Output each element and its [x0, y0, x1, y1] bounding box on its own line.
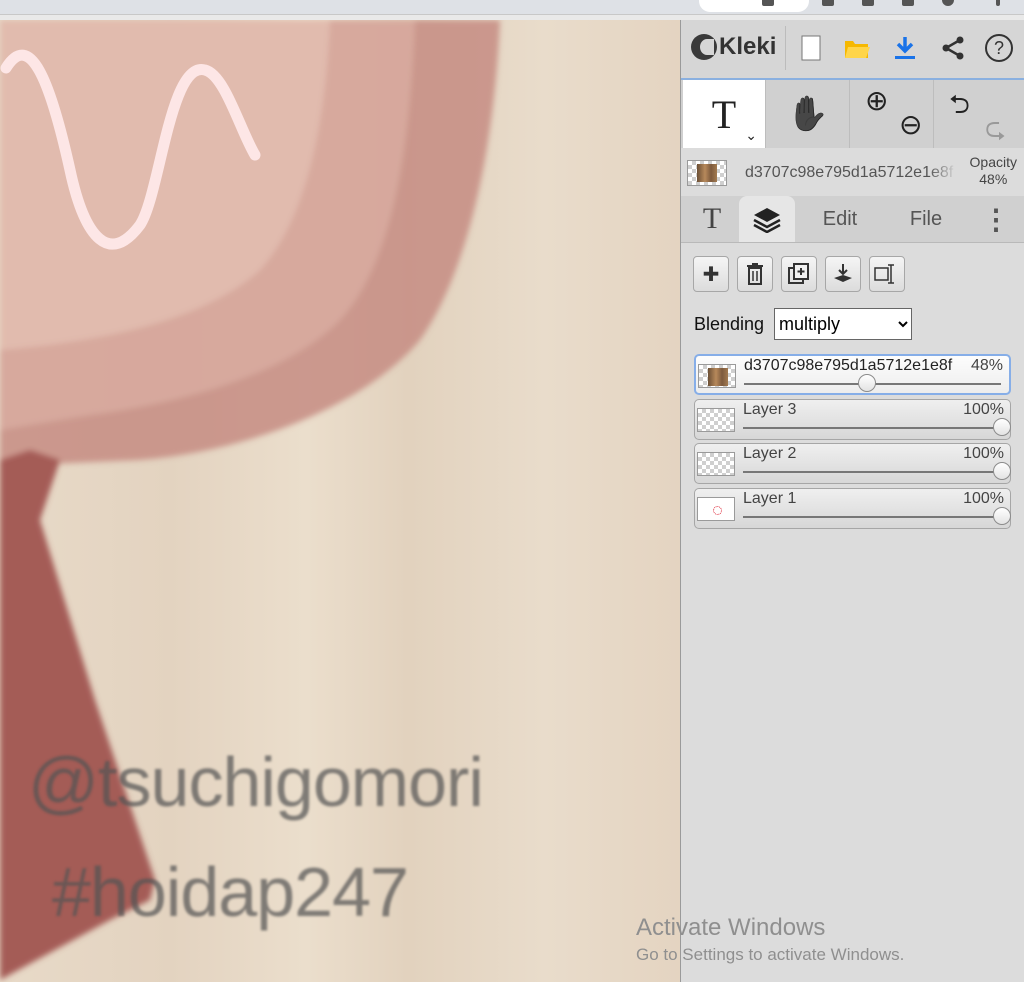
duplicate-layer-button[interactable]: [781, 256, 817, 292]
puzzle-icon[interactable]: [862, 0, 874, 6]
rename-icon: [874, 264, 894, 284]
current-layer-thumbnail: [687, 160, 727, 186]
open-file-button[interactable]: [839, 28, 875, 68]
layer-thumbnail: [697, 497, 735, 521]
browser-menu-icon[interactable]: [996, 0, 1000, 6]
tab-edit[interactable]: Edit: [809, 196, 871, 242]
layer-thumbnail: [698, 364, 736, 388]
hand-icon: ✋: [786, 95, 830, 133]
layer-name: Layer 3: [743, 401, 797, 418]
window-icon[interactable]: [902, 0, 914, 6]
current-layer-info: d3707c98e795d1a5712e1e8f Opacity 48%: [681, 148, 1024, 196]
layer-opacity-slider[interactable]: [743, 507, 1011, 525]
tab-file[interactable]: File: [895, 196, 957, 242]
duplicate-icon: [788, 263, 809, 284]
text-tool-icon: T: [711, 91, 737, 137]
trash-icon: [747, 263, 763, 285]
blending-select[interactable]: multiply: [774, 308, 912, 340]
slider-handle[interactable]: [993, 418, 1011, 436]
chevron-down-icon[interactable]: ⌄: [745, 127, 757, 144]
watermark-hashtag: #hoidap247: [52, 853, 409, 931]
watermark-username: @tsuchigomori: [28, 743, 484, 821]
layer-opacity-slider[interactable]: [744, 374, 1001, 392]
merge-down-icon: [834, 264, 852, 282]
layer-opacity-value: 48%: [970, 357, 1003, 374]
share-icon: [942, 36, 964, 60]
layer-name: Layer 1: [743, 490, 797, 507]
canvas-artwork: [0, 20, 680, 982]
divider: [785, 26, 786, 70]
hand-tool-button[interactable]: ✋: [767, 80, 849, 148]
blending-label: Blending: [694, 314, 765, 334]
new-file-icon: [801, 35, 821, 61]
download-button[interactable]: [887, 28, 923, 68]
open-folder-icon: [845, 41, 870, 58]
kleki-logo[interactable]: Kleki: [691, 28, 776, 66]
layer-row[interactable]: d3707c98e795d1a5712e1e8f 48%: [694, 354, 1011, 395]
help-button[interactable]: ?: [981, 28, 1017, 68]
panel-tabs: T Edit File ⋮: [681, 196, 1024, 243]
zoom-out-icon[interactable]: ⊖: [899, 108, 922, 141]
divider: [849, 80, 850, 148]
layer-row[interactable]: Layer 2 100%: [694, 443, 1011, 484]
layer-row[interactable]: Layer 3 100%: [694, 399, 1011, 440]
divider: [765, 80, 766, 148]
activate-windows-title: Activate Windows: [636, 914, 826, 941]
layer-opacity-slider[interactable]: [743, 462, 1011, 480]
layer-name: Layer 2: [743, 445, 797, 462]
logo-text: Kleki: [719, 33, 777, 60]
name-fade: [929, 158, 957, 188]
layer-opacity-value: 100%: [963, 490, 1004, 507]
slider-handle[interactable]: [993, 507, 1011, 525]
layer-thumbnail: [697, 452, 735, 476]
layer-thumbnail: [697, 408, 735, 432]
layer-opacity-value: 100%: [963, 445, 1004, 462]
slider-handle[interactable]: [993, 462, 1011, 480]
zoom-controls: ⊕ ⊖: [851, 80, 933, 148]
profile-avatar[interactable]: [942, 0, 954, 6]
browser-tab-pill[interactable]: [699, 0, 809, 12]
layer-opacity-value: 100%: [963, 401, 1004, 418]
bookmark-star-icon[interactable]: [822, 0, 834, 6]
activate-windows-watermark: Activate Windows Go to Settings to activ…: [636, 914, 904, 965]
svg-text:?: ?: [994, 38, 1004, 58]
tab-layers[interactable]: [739, 196, 795, 242]
current-layer-name: d3707c98e795d1a5712e1e8f: [745, 164, 954, 181]
activate-windows-subtitle: Go to Settings to activate Windows.: [636, 945, 905, 964]
extension-icon[interactable]: [762, 0, 774, 6]
opacity-label: Opacity: [969, 154, 1017, 170]
browser-toolbar: [0, 0, 1024, 15]
undo-redo-controls: ⮌ ⮎: [935, 80, 1023, 148]
layers-icon: [753, 208, 781, 233]
text-tool-button[interactable]: T ⌄: [683, 80, 765, 148]
more-menu-icon[interactable]: ⋮: [981, 196, 1011, 242]
tool-row: T ⌄ ✋ ⊕ ⊖ ⮌ ⮎: [681, 80, 1024, 148]
tab-brush[interactable]: T: [687, 196, 737, 242]
undo-icon[interactable]: ⮌: [949, 86, 970, 130]
download-icon: [895, 37, 915, 59]
help-icon: ?: [985, 34, 1013, 62]
zoom-in-icon[interactable]: ⊕: [865, 84, 888, 117]
delete-layer-button[interactable]: [737, 256, 773, 292]
slider-handle[interactable]: [858, 374, 877, 392]
layer-opacity-slider[interactable]: [743, 418, 1011, 436]
divider: [933, 80, 934, 148]
layer-row[interactable]: Layer 1 100%: [694, 488, 1011, 529]
share-button[interactable]: [935, 28, 971, 68]
add-layer-button[interactable]: ✚: [693, 256, 729, 292]
drawing-canvas[interactable]: @tsuchigomori #hoidap247: [0, 20, 680, 982]
kleki-logo-icon: [691, 34, 717, 60]
merge-layer-button[interactable]: [825, 256, 861, 292]
current-layer-opacity: Opacity 48%: [970, 154, 1017, 188]
rename-layer-button[interactable]: [869, 256, 905, 292]
app-header: Kleki ?: [681, 20, 1024, 80]
layer-name: d3707c98e795d1a5712e1e8f: [744, 357, 953, 374]
side-panel: Kleki ? T ⌄ ✋ ⊕ ⊖ ⮌ ⮎ d3707c98e795d1a571…: [680, 20, 1024, 982]
opacity-value: 48%: [979, 171, 1008, 187]
new-file-button[interactable]: [793, 28, 829, 68]
plus-icon: ✚: [702, 263, 720, 286]
